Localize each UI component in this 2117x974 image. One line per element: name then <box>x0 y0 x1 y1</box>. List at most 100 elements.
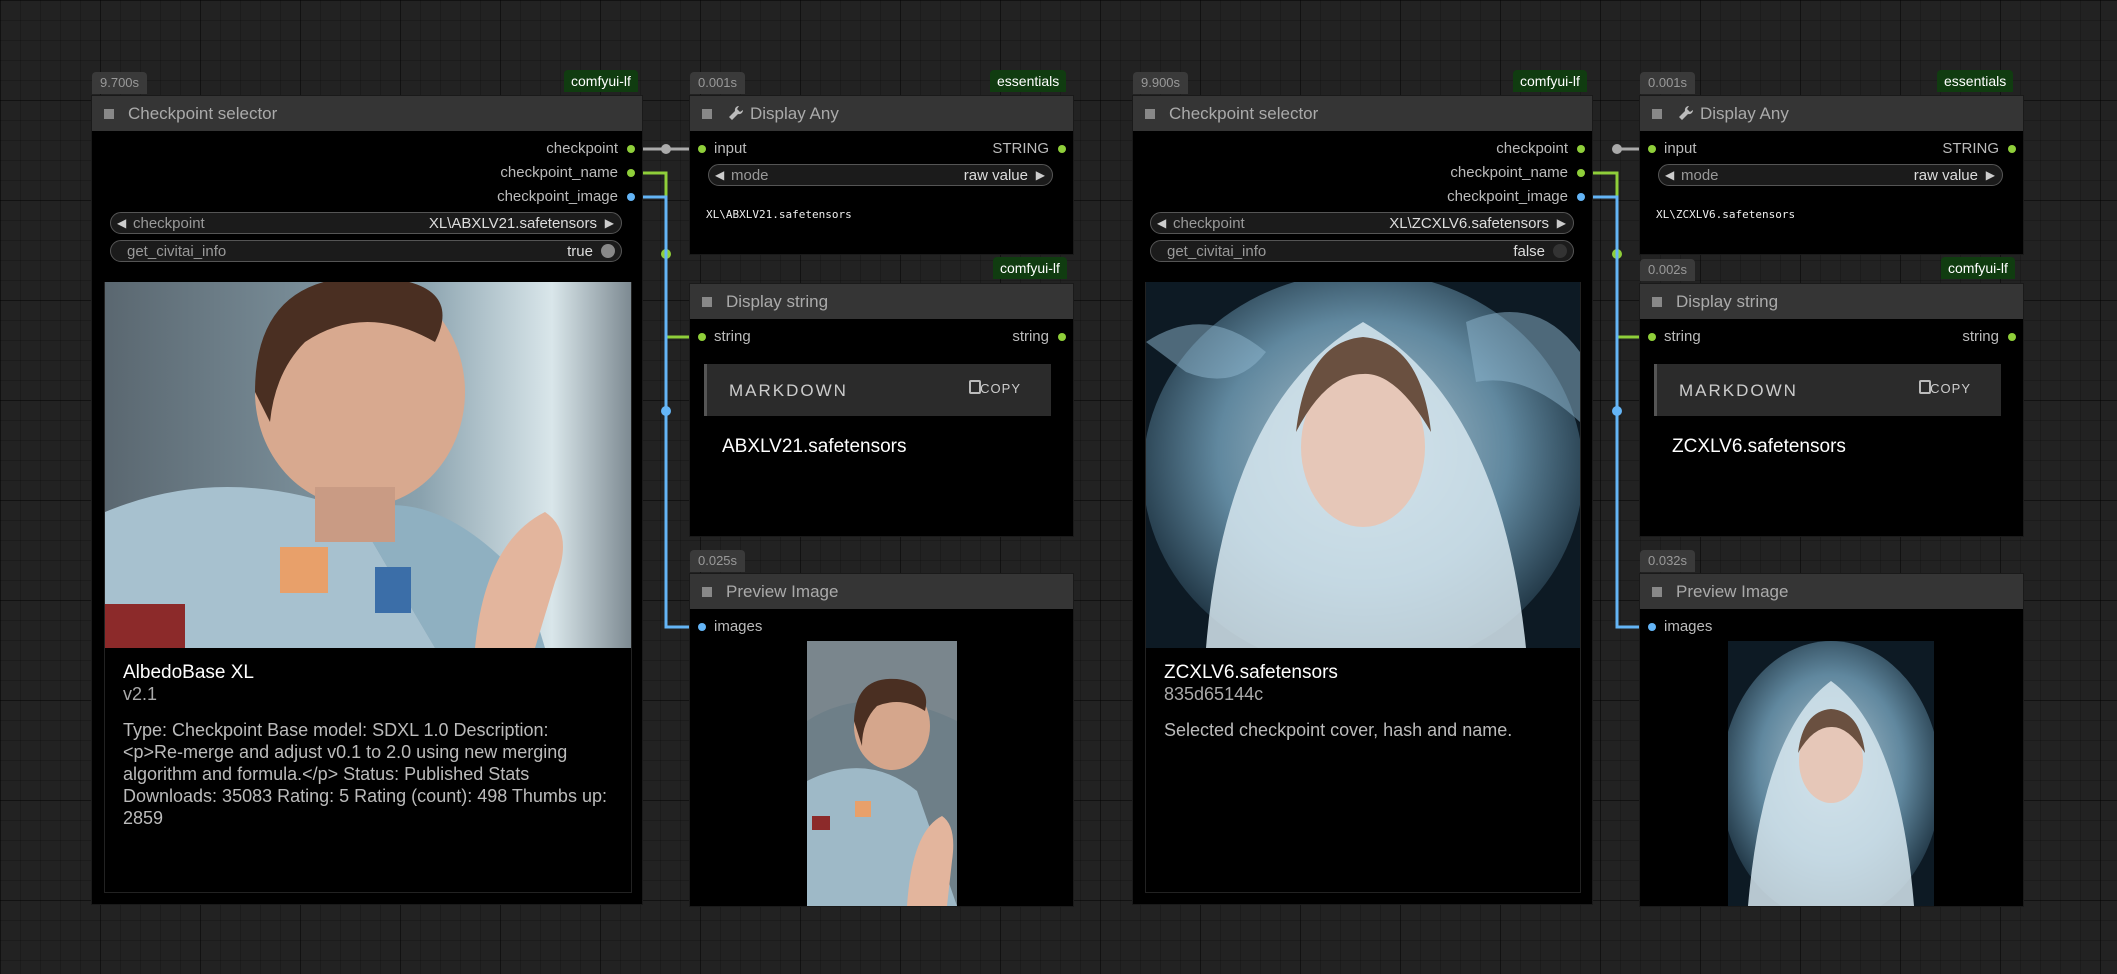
mode-combo[interactable]: ◀ mode raw value ▶ <box>708 164 1053 186</box>
widget-label: checkpoint <box>1173 215 1245 232</box>
preview-image-node[interactable]: Preview Image images <box>690 574 1073 906</box>
input-images[interactable]: images <box>1664 618 1712 635</box>
arrow-left-icon[interactable]: ◀ <box>715 168 724 182</box>
input-dot[interactable] <box>1648 623 1656 631</box>
output-dot[interactable] <box>1058 145 1066 153</box>
output-string[interactable]: STRING <box>1942 140 1999 157</box>
card-title: AlbedoBase XL <box>123 662 254 683</box>
display-string-node[interactable]: Display string string string MARKDOWN CO… <box>1640 284 2023 536</box>
execution-time-badge: 9.700s <box>92 72 148 94</box>
output-string[interactable]: string <box>1012 328 1049 345</box>
widget-label: get_civitai_info <box>127 243 227 260</box>
collapse-toggle[interactable] <box>1652 587 1662 597</box>
arrow-left-icon[interactable]: ◀ <box>1157 216 1166 230</box>
output-checkpoint-image[interactable]: checkpoint_image <box>497 188 618 205</box>
checkpoint-selector-node[interactable]: Checkpoint selector checkpoint checkpoin… <box>1133 96 1592 904</box>
widget-label: get_civitai_info <box>1167 243 1267 260</box>
input-input[interactable]: input <box>714 140 747 157</box>
mode-combo[interactable]: ◀ mode raw value ▶ <box>1658 164 2003 186</box>
preview-image-node[interactable]: Preview Image images <box>1640 574 2023 906</box>
widget-value: XL\ABXLV21.safetensors <box>428 215 597 232</box>
input-dot[interactable] <box>698 333 706 341</box>
collapse-toggle[interactable] <box>702 109 712 119</box>
arrow-right-icon[interactable]: ▶ <box>1986 168 1995 182</box>
output-dot[interactable] <box>627 145 635 153</box>
get-civitai-info-toggle[interactable]: get_civitai_info true <box>110 240 622 262</box>
output-dot[interactable] <box>1577 169 1585 177</box>
arrow-left-icon[interactable]: ◀ <box>1665 168 1674 182</box>
node-title-bar[interactable]: Preview Image <box>1640 574 2023 609</box>
output-dot[interactable] <box>627 169 635 177</box>
collapse-toggle[interactable] <box>1145 109 1155 119</box>
input-string[interactable]: string <box>1664 328 1701 345</box>
input-dot[interactable] <box>1648 145 1656 153</box>
node-title-bar[interactable]: Display string <box>1640 284 2023 319</box>
copy-button[interactable]: COPY <box>1930 381 1971 396</box>
node-title-bar[interactable]: Display string <box>690 284 1073 319</box>
markdown-label: MARKDOWN <box>1679 381 1798 400</box>
node-title: Display Any <box>750 104 839 123</box>
output-dot[interactable] <box>627 193 635 201</box>
input-dot[interactable] <box>698 145 706 153</box>
collapse-toggle[interactable] <box>702 587 712 597</box>
input-string[interactable]: string <box>714 328 751 345</box>
arrow-right-icon[interactable]: ▶ <box>1557 216 1566 230</box>
markdown-header: MARKDOWN COPY <box>704 364 1051 416</box>
checkpoint-card: ZCXLV6.safetensors 835d65144c Selected c… <box>1145 282 1581 893</box>
output-checkpoint-image[interactable]: checkpoint_image <box>1447 188 1568 205</box>
widget-label: checkpoint <box>133 215 205 232</box>
markdown-label: MARKDOWN <box>729 381 848 400</box>
link-midpoint <box>1612 144 1622 154</box>
collapse-toggle[interactable] <box>104 109 114 119</box>
node-title-bar[interactable]: Display Any <box>1640 96 2023 131</box>
input-dot[interactable] <box>698 623 706 631</box>
input-dot[interactable] <box>1648 333 1656 341</box>
output-dot[interactable] <box>2008 145 2016 153</box>
node-title-bar[interactable]: Preview Image <box>690 574 1073 609</box>
card-subtitle: 835d65144c <box>1164 684 1264 704</box>
output-checkpoint-name[interactable]: checkpoint_name <box>500 164 618 181</box>
input-input[interactable]: input <box>1664 140 1697 157</box>
node-source-badge: essentials <box>990 70 1067 92</box>
display-text: XL\ABXLV21.safetensors <box>706 208 852 221</box>
widget-label: mode <box>731 167 769 184</box>
output-dot[interactable] <box>1577 145 1585 153</box>
link-midpoint <box>661 144 671 154</box>
output-string[interactable]: string <box>1962 328 1999 345</box>
portrait-astronaut-image <box>807 641 957 906</box>
collapse-toggle[interactable] <box>1652 109 1662 119</box>
output-dot[interactable] <box>1577 193 1585 201</box>
toggle-knob[interactable] <box>601 244 615 258</box>
toggle-knob[interactable] <box>1553 244 1567 258</box>
node-title-bar[interactable]: Display Any <box>690 96 1073 131</box>
input-images[interactable]: images <box>714 618 762 635</box>
arrow-right-icon[interactable]: ▶ <box>605 216 614 230</box>
collapse-toggle[interactable] <box>1652 297 1662 307</box>
node-source-badge: comfyui-lf <box>1513 70 1587 92</box>
node-title: Display string <box>1676 292 1779 311</box>
output-dot[interactable] <box>2008 333 2016 341</box>
checkpoint-combo[interactable]: ◀ checkpoint XL\ZCXLV6.safetensors ▶ <box>1150 212 1574 234</box>
markdown-header: MARKDOWN COPY <box>1654 364 2001 416</box>
collapse-toggle[interactable] <box>702 297 712 307</box>
output-dot[interactable] <box>1058 333 1066 341</box>
node-title: Preview Image <box>726 582 839 601</box>
node-title-bar[interactable]: Checkpoint selector <box>92 96 642 131</box>
get-civitai-info-toggle[interactable]: get_civitai_info false <box>1150 240 1574 262</box>
link-midpoint <box>1612 406 1622 416</box>
output-string[interactable]: STRING <box>992 140 1049 157</box>
wrench-icon <box>729 105 744 120</box>
display-any-node[interactable]: Display Any input STRING ◀ mode raw valu… <box>1640 96 2023 254</box>
checkpoint-combo[interactable]: ◀ checkpoint XL\ABXLV21.safetensors ▶ <box>110 212 622 234</box>
display-string-node[interactable]: Display string string string MARKDOWN CO… <box>690 284 1073 536</box>
output-checkpoint[interactable]: checkpoint <box>546 140 618 157</box>
node-title-bar[interactable]: Checkpoint selector <box>1133 96 1592 131</box>
copy-button[interactable]: COPY <box>980 381 1021 396</box>
display-any-node[interactable]: Display Any input STRING ◀ mode raw valu… <box>690 96 1073 254</box>
output-checkpoint[interactable]: checkpoint <box>1496 140 1568 157</box>
output-checkpoint-name[interactable]: checkpoint_name <box>1450 164 1568 181</box>
arrow-right-icon[interactable]: ▶ <box>1036 168 1045 182</box>
arrow-left-icon[interactable]: ◀ <box>117 216 126 230</box>
checkpoint-selector-node[interactable]: Checkpoint selector checkpoint checkpoin… <box>92 96 642 904</box>
node-title: Checkpoint selector <box>128 104 278 123</box>
